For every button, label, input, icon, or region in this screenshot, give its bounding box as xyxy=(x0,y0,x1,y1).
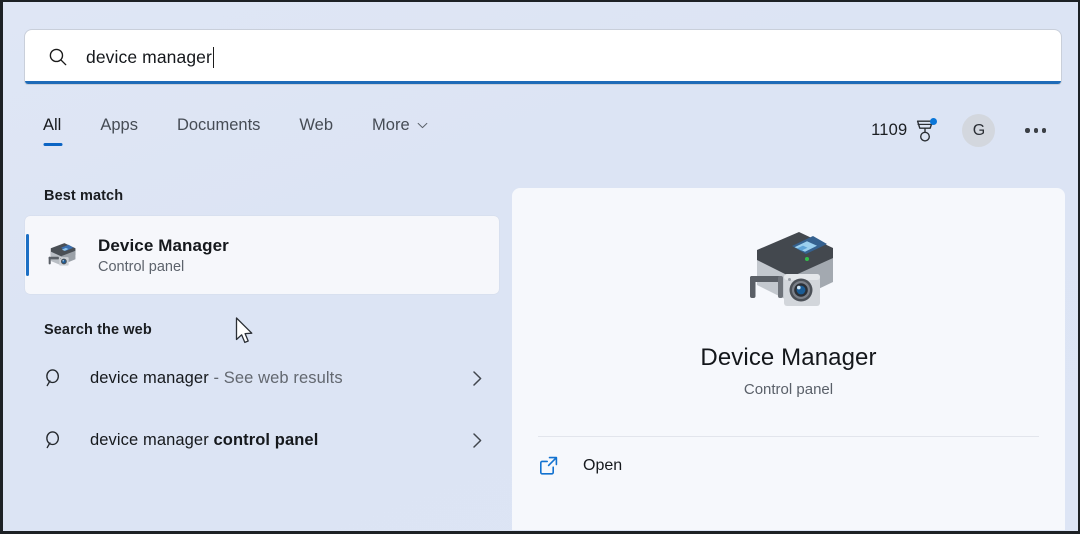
preview-subtitle: Control panel xyxy=(743,381,834,398)
ellipsis-dot xyxy=(1033,128,1038,133)
tab-apps[interactable]: Apps xyxy=(81,114,158,135)
web-result-label: device manager - See web results xyxy=(90,369,343,388)
open-external-icon xyxy=(540,456,558,475)
rewards-medal-icon xyxy=(914,117,938,143)
results-column: Best match Device Manager Control panel … xyxy=(25,188,499,468)
best-match-text: Device Manager Control panel xyxy=(98,236,229,275)
overflow-menu-button[interactable] xyxy=(1021,122,1050,138)
avatar-initial: G xyxy=(972,121,986,139)
tab-all-label: All xyxy=(43,116,62,134)
chevron-right-icon xyxy=(473,432,482,448)
rewards-indicator[interactable]: 1109 xyxy=(871,117,938,143)
tab-apps-label: Apps xyxy=(100,116,138,134)
windows-search-flyout: device manager All Apps Documents Web Mo… xyxy=(0,0,1080,534)
web-result-query: device manager xyxy=(90,430,214,449)
filter-tabs: All Apps Documents Web More xyxy=(25,114,448,146)
tab-web-label: Web xyxy=(299,116,334,134)
rewards-points: 1109 xyxy=(871,121,908,139)
preview-title: Device Manager xyxy=(700,344,877,371)
best-match-item[interactable]: Device Manager Control panel xyxy=(25,216,499,294)
search-input-wrap[interactable]: device manager xyxy=(86,46,215,68)
header-right-cluster: 1109 G xyxy=(871,114,1056,147)
tab-web[interactable]: Web xyxy=(280,114,353,135)
avatar[interactable]: G xyxy=(962,114,996,147)
open-action-label: Open xyxy=(583,456,623,474)
web-result-query: device manager xyxy=(90,368,209,387)
filter-tab-bar: All Apps Documents Web More 1109 G xyxy=(25,114,1056,158)
best-match-subtitle: Control panel xyxy=(98,258,185,275)
tab-more-label: More xyxy=(372,116,410,134)
tab-documents-label: Documents xyxy=(176,116,261,134)
device-manager-icon xyxy=(48,243,76,266)
preview-panel: Device Manager Control panel Open xyxy=(512,188,1065,530)
preview-action-open[interactable]: Open xyxy=(512,437,1065,476)
ellipsis-dot xyxy=(1041,128,1046,133)
best-match-heading: Best match xyxy=(44,188,124,204)
tab-more[interactable]: More xyxy=(353,114,448,135)
best-match-title: Device Manager xyxy=(98,235,229,255)
tab-all[interactable]: All xyxy=(25,114,81,146)
tab-documents[interactable]: Documents xyxy=(158,114,280,135)
web-results-section: Search the web device manager - See web … xyxy=(25,322,499,468)
chevron-down-icon xyxy=(417,122,427,129)
selection-accent-bar xyxy=(26,234,30,276)
search-the-web-heading: Search the web xyxy=(44,322,152,338)
search-input[interactable]: device manager xyxy=(86,47,212,68)
chevron-right-icon xyxy=(473,370,482,386)
web-result-label: device manager control panel xyxy=(90,431,318,450)
web-result-suffix: control panel xyxy=(213,430,319,449)
preview-hero: Device Manager Control panel xyxy=(512,188,1065,426)
magnifier-icon xyxy=(46,430,59,448)
ellipsis-dot xyxy=(1025,128,1030,133)
web-result-row[interactable]: device manager - See web results xyxy=(25,350,499,406)
device-manager-icon-large xyxy=(749,232,833,306)
active-tab-indicator xyxy=(43,142,63,146)
magnifier-icon xyxy=(46,368,59,386)
web-result-row[interactable]: device manager control panel xyxy=(25,412,499,468)
rewards-notification-dot xyxy=(930,117,938,125)
web-result-suffix: - See web results xyxy=(208,368,343,387)
search-icon xyxy=(49,48,67,66)
text-caret xyxy=(212,46,215,68)
search-box[interactable]: device manager xyxy=(25,30,1061,84)
